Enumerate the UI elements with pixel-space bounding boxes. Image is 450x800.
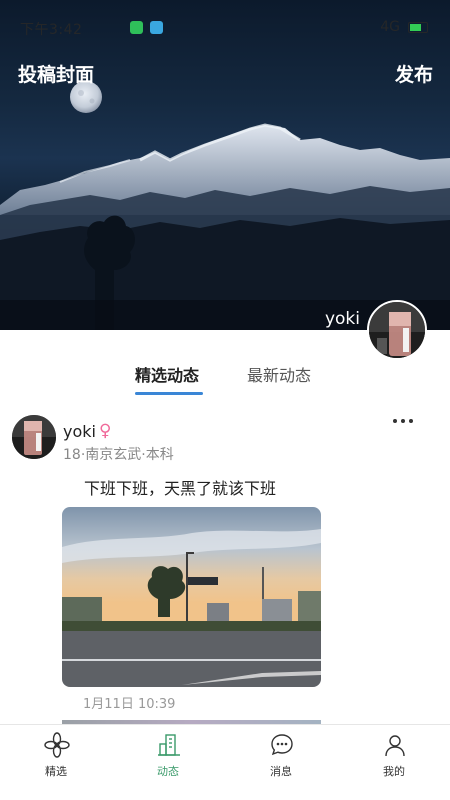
- profile-avatar[interactable]: [367, 300, 427, 360]
- tab-active-indicator: [135, 392, 203, 395]
- post-text: 下班下班，天黑了就该下班: [84, 479, 277, 498]
- post-author-avatar[interactable]: [12, 415, 56, 459]
- upload-notification-icon: [150, 21, 163, 34]
- cover-image[interactable]: 下午3:42 4G 投稿封面 发布 yoki: [0, 0, 450, 330]
- nav-profile[interactable]: 我的: [338, 725, 450, 800]
- battery-icon: [408, 21, 428, 33]
- notification-app-icon: [130, 21, 143, 34]
- person-icon: [385, 735, 405, 757]
- nav-moments-label: 动态: [157, 765, 179, 778]
- post-author-meta: 18·南京玄武·本科: [63, 447, 174, 463]
- cover-title[interactable]: 投稿封面: [18, 60, 94, 87]
- tab-latest[interactable]: 最新动态: [247, 362, 311, 386]
- more-options-button[interactable]: [390, 412, 416, 428]
- nav-featured[interactable]: 精选: [0, 725, 112, 800]
- post-author[interactable]: yoki ♀: [63, 421, 111, 441]
- chat-bubble-icon: [271, 734, 293, 756]
- tab-featured[interactable]: 精选动态: [135, 362, 199, 386]
- gender-female-icon: ♀: [98, 421, 112, 441]
- profile-username: yoki: [324, 309, 360, 329]
- network-type: 4G: [380, 19, 400, 35]
- status-bar: 下午3:42 4G: [0, 0, 450, 50]
- post-photo[interactable]: [62, 507, 321, 687]
- nav-messages[interactable]: 消息: [225, 725, 337, 800]
- status-time: 下午3:42: [20, 22, 83, 38]
- bottom-navigation: 精选 动态 消息 我的: [0, 724, 450, 800]
- post-author-name: yoki: [63, 421, 96, 441]
- nav-profile-label: 我的: [383, 765, 405, 778]
- publish-button[interactable]: 发布: [395, 60, 433, 87]
- nav-messages-label: 消息: [270, 765, 292, 778]
- buildings-icon: [158, 734, 180, 756]
- nav-moments[interactable]: 动态: [112, 725, 224, 800]
- flower-icon: [44, 732, 70, 758]
- nav-featured-label: 精选: [45, 765, 67, 778]
- status-indicators: 4G: [380, 19, 428, 35]
- post-timestamp: 1月11日 10:39: [83, 697, 176, 712]
